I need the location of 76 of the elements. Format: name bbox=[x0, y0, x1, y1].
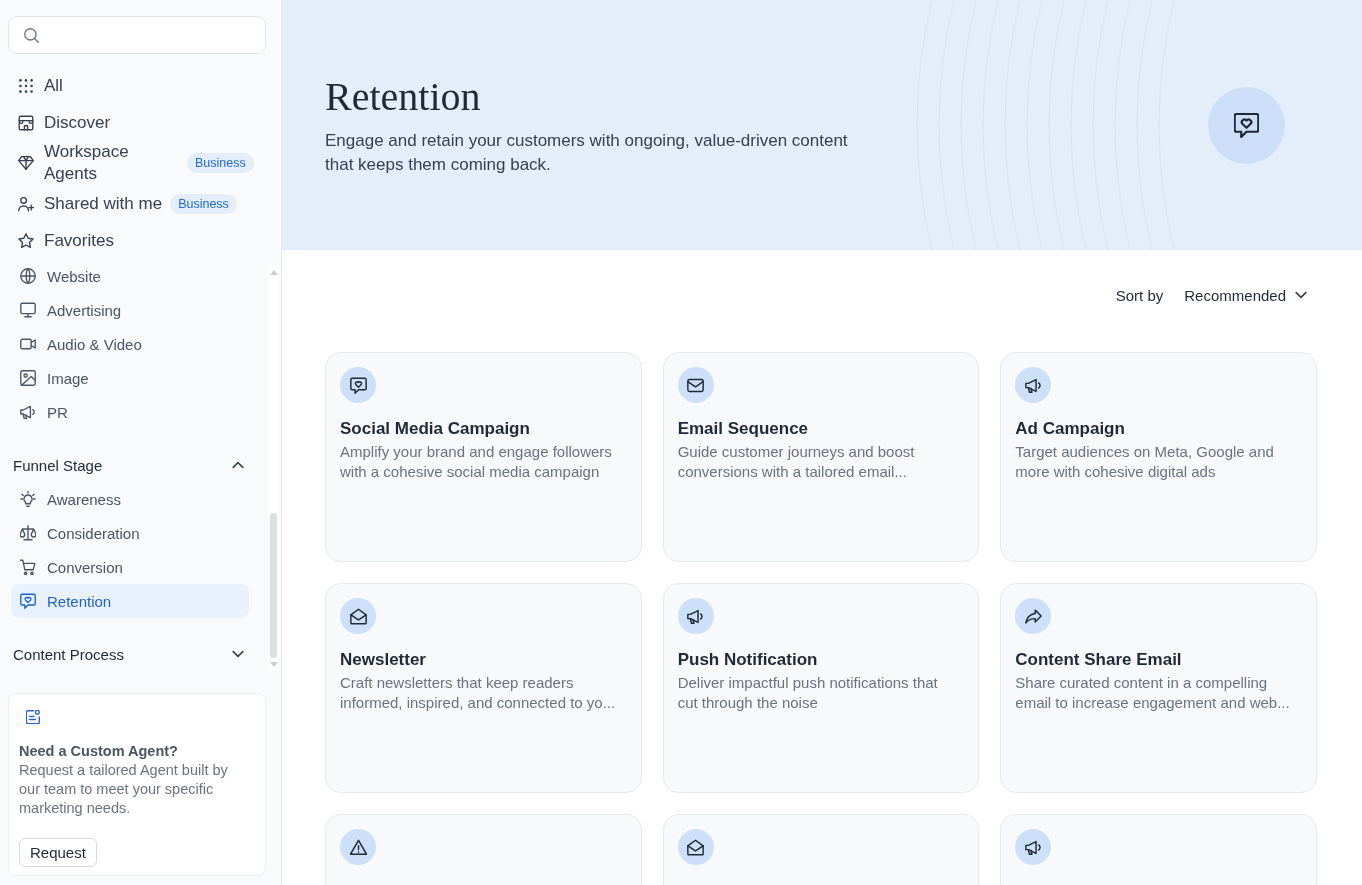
megaphone-icon bbox=[1015, 367, 1052, 403]
card-title: Content Share Email bbox=[1015, 649, 1183, 671]
sidebar-item[interactable]: Favorites bbox=[18, 229, 114, 252]
card-description: Request a tailored Agent built by our team to meet your specific marketing needs. bbox=[19, 761, 229, 818]
agent-card[interactable]: Newsletter Craft newsletters that keep readers informed, inspired, and connected to yo... bbox=[325, 583, 642, 793]
warning-icon bbox=[340, 829, 376, 865]
agent-card[interactable]: Email Sequence Guide customer journeys and boost conversions with a tailored email... bbox=[662, 352, 980, 562]
star-icon bbox=[18, 232, 34, 249]
sidebar-item[interactable]: PR bbox=[11, 395, 249, 429]
page-description: Engage and retain your customers with ongoing, value-driven content that keeps them coming back. bbox=[325, 130, 849, 176]
dots-grid-icon bbox=[18, 77, 34, 94]
plan-badge: Business bbox=[187, 153, 254, 173]
globe-icon bbox=[20, 268, 36, 284]
card-description: Deliver impactful push notifications that cut through the noise bbox=[677, 673, 939, 712]
megaphone-icon bbox=[677, 598, 714, 634]
scroll-down-icon[interactable] bbox=[269, 662, 278, 667]
heart-chat-icon bbox=[340, 367, 376, 403]
cart-icon bbox=[20, 559, 36, 575]
person-plus-icon bbox=[18, 195, 34, 212]
scrollbar[interactable] bbox=[268, 265, 279, 672]
sidebar-item[interactable]: Image bbox=[11, 361, 249, 395]
card-title: Email Sequence bbox=[677, 418, 810, 440]
sidebar-item[interactable]: Consideration bbox=[11, 516, 249, 550]
card-description: Amplify your brand and engage followers with a cohesive social media campaign bbox=[340, 442, 613, 481]
agent-card[interactable] bbox=[1000, 814, 1317, 885]
sidebar-item[interactable]: Website bbox=[11, 259, 249, 293]
mail-icon bbox=[677, 367, 714, 403]
card-title: Push Notification bbox=[677, 649, 819, 671]
megaphone-icon bbox=[1015, 829, 1052, 865]
section-toggle[interactable]: Funnel Stage bbox=[11, 448, 249, 482]
megaphone-icon bbox=[20, 404, 36, 420]
scrollbar-thumb[interactable] bbox=[270, 513, 277, 658]
scales-icon bbox=[20, 525, 36, 541]
envelope-open-icon bbox=[340, 598, 376, 634]
agent-card[interactable]: Ad Campaign Target audiences on Meta, Google and more with cohesive digital ads bbox=[1000, 352, 1317, 562]
request-button[interactable]: Request bbox=[19, 838, 97, 867]
scroll-up-icon[interactable] bbox=[269, 270, 278, 275]
plan-badge: Business bbox=[170, 193, 237, 214]
card-title: Ad Campaign bbox=[1015, 418, 1126, 440]
sort-dropdown[interactable]: Recommended bbox=[1184, 286, 1307, 304]
heart-chat-icon bbox=[20, 593, 36, 609]
agent-card[interactable]: Content Share Email Share curated content in a compelling email to increase engagement and web... bbox=[1000, 583, 1317, 793]
section-toggle[interactable]: Content Process bbox=[11, 637, 249, 671]
sidebar-item[interactable]: Audio & Video bbox=[11, 327, 249, 361]
storefront-icon bbox=[18, 114, 34, 131]
card-title: Newsletter bbox=[340, 649, 427, 671]
sidebar-item[interactable]: All bbox=[18, 74, 63, 97]
video-camera-icon bbox=[20, 336, 36, 352]
card-description: Craft newsletters that keep readers informed, inspired, and connected to yo... bbox=[340, 673, 617, 712]
note-icon bbox=[26, 710, 40, 724]
card-title: Need a Custom Agent? bbox=[19, 742, 178, 761]
page-title: Retention bbox=[325, 73, 482, 121]
sidebar-item[interactable]: Advertising bbox=[11, 293, 249, 327]
card-description: Share curated content in a compelling email to increase engagement and web... bbox=[1015, 673, 1291, 712]
sidebar-item[interactable]: Workspace Agents bbox=[18, 141, 179, 185]
gem-icon bbox=[18, 155, 34, 171]
agent-card[interactable]: Social Media Campaign Amplify your brand and engage followers with a cohesive social media campaign bbox=[325, 352, 642, 562]
card-title: Social Media Campaign bbox=[340, 418, 531, 440]
envelope-open-icon bbox=[677, 829, 714, 865]
agent-card[interactable] bbox=[662, 814, 980, 885]
search-icon bbox=[24, 27, 39, 43]
sidebar-item[interactable]: Retention bbox=[11, 584, 249, 618]
agent-card[interactable] bbox=[325, 814, 642, 885]
sidebar-item[interactable]: Discover bbox=[18, 111, 111, 134]
image-icon bbox=[20, 370, 36, 386]
card-description: Target audiences on Meta, Google and more with cohesive digital ads bbox=[1015, 442, 1275, 481]
monitor-icon bbox=[20, 302, 36, 318]
search-field[interactable] bbox=[8, 16, 266, 54]
sort-label: Sort by bbox=[1115, 286, 1164, 304]
card-description: Guide customer journeys and boost conversions with a tailored email... bbox=[677, 442, 916, 481]
chevron-down-icon bbox=[1295, 291, 1307, 299]
agent-card[interactable]: Push Notification Deliver impactful push notifications that cut through the noise bbox=[662, 583, 980, 793]
sidebar-item[interactable]: Shared with me bbox=[18, 192, 163, 215]
sidebar-item[interactable]: Conversion bbox=[11, 550, 249, 584]
lightbulb-icon bbox=[20, 491, 36, 507]
sidebar-item[interactable]: Awareness bbox=[11, 482, 249, 516]
